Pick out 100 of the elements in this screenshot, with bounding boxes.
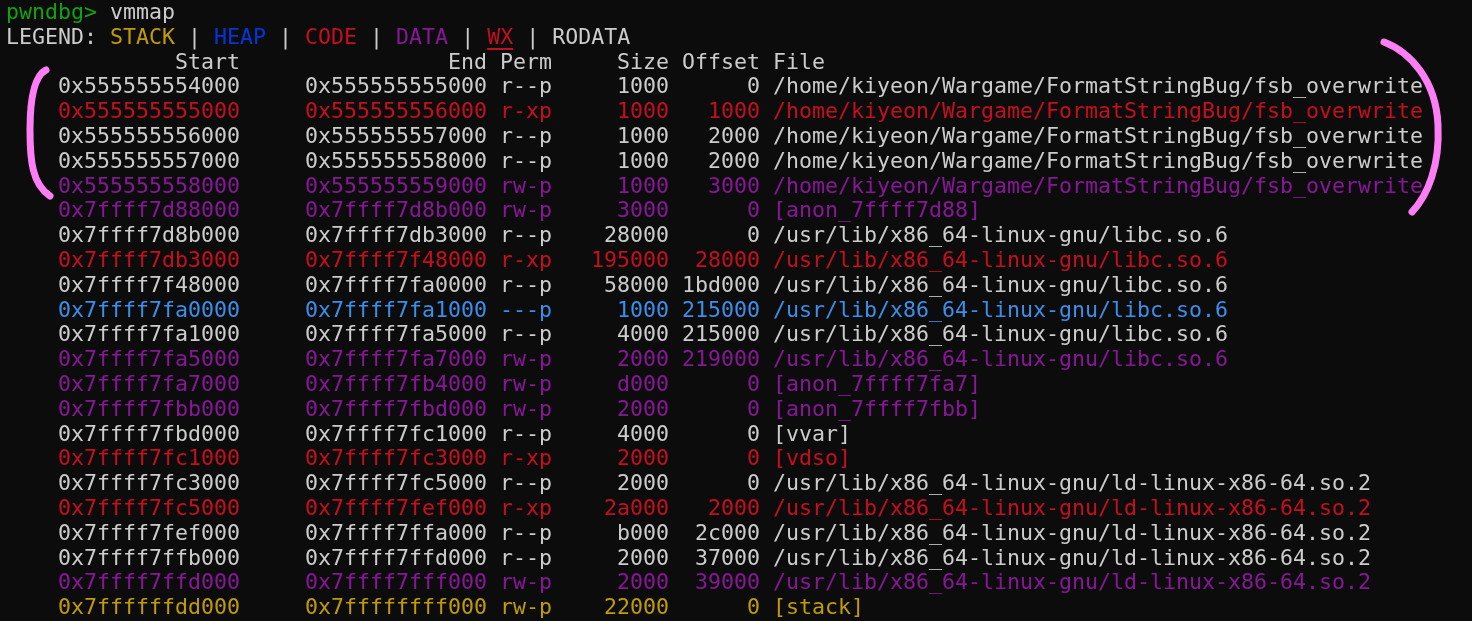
offset-value: 0 — [746, 595, 760, 620]
start-address: 0x7ffff7fa5000 — [57, 347, 240, 372]
permissions: r--p — [500, 520, 552, 546]
offset-value: 0 — [746, 223, 760, 248]
permissions: r--p — [500, 545, 552, 571]
size-value: 1000 — [616, 173, 669, 199]
offset-value: 3000 — [707, 173, 760, 199]
legend-label: LEGEND: — [6, 24, 97, 50]
file-path: [anon_7ffff7fa7] — [773, 371, 981, 397]
size-value: 2a000 — [603, 495, 669, 521]
size-value: 1000 — [616, 297, 669, 323]
size-value: 2000 — [616, 471, 669, 496]
file-path: /home/kiyeon/Wargame/FormatStringBug/fsb_overwrite — [773, 124, 1424, 149]
end-address: 0x7ffff7fb4000 — [304, 371, 487, 397]
end-address: 0x7ffff7fa5000 — [304, 322, 487, 348]
size-header: Size — [616, 49, 669, 75]
size-value: 2000 — [616, 545, 669, 571]
permissions: r--p — [500, 471, 552, 496]
end-address: 0x7ffff7fbd000 — [304, 396, 487, 422]
legend-item: | — [526, 24, 540, 50]
file-path: /usr/lib/x86_64-linux-gnu/ld-linux-x86-64.so.2 — [773, 520, 1372, 546]
permissions: rw-p — [500, 371, 552, 397]
end-address: 0x7ffff7fff000 — [304, 570, 487, 596]
offset-value: 2000 — [707, 124, 760, 149]
permissions: rw-p — [500, 595, 552, 620]
legend-item: WX — [487, 24, 514, 50]
file-path: /usr/lib/x86_64-linux-gnu/ld-linux-x86-64.so.2 — [773, 570, 1372, 596]
size-value: 3000 — [616, 198, 669, 224]
end-address: 0x7ffff7d8b000 — [304, 198, 487, 224]
end-address: 0x7ffff7fa7000 — [304, 347, 487, 372]
permissions: r-xp — [500, 446, 552, 472]
legend-item: | — [461, 24, 475, 50]
permissions: r--p — [500, 223, 552, 248]
offset-value: 0 — [746, 371, 760, 397]
start-address: 0x555555557000 — [57, 148, 240, 174]
start-address: 0x7ffff7ffb000 — [57, 545, 240, 571]
legend-item: RODATA — [552, 24, 631, 50]
legend-item: CODE — [305, 24, 358, 50]
end-address: 0x7ffff7fa0000 — [304, 272, 487, 298]
size-value: 1000 — [616, 74, 669, 100]
end-address: 0x7ffff7fc1000 — [304, 421, 487, 447]
offset-header: Offset — [682, 49, 760, 75]
end-address: 0x555555559000 — [304, 173, 487, 199]
permissions: ---p — [500, 297, 552, 323]
size-value: 2000 — [616, 347, 669, 372]
file-path: /home/kiyeon/Wargame/FormatStringBug/fsb_overwrite — [773, 99, 1424, 124]
size-value: d000 — [616, 371, 669, 397]
size-value: 4000 — [616, 322, 669, 348]
start-header: Start — [174, 49, 240, 75]
start-address: 0x7ffff7fbd000 — [57, 421, 240, 447]
start-address: 0x7ffff7db3000 — [57, 247, 240, 273]
end-address: 0x7ffff7fc5000 — [304, 471, 487, 496]
file-header: File — [773, 49, 825, 75]
file-path: /usr/lib/x86_64-linux-gnu/ld-linux-x86-64.so.2 — [773, 471, 1372, 496]
permissions: r--p — [500, 272, 552, 298]
end-address: 0x555555556000 — [304, 99, 487, 124]
file-path: /home/kiyeon/Wargame/FormatStringBug/fsb_overwrite — [773, 148, 1424, 174]
legend-item: STACK — [110, 24, 176, 50]
start-address: 0x7ffff7f48000 — [57, 272, 240, 298]
legend-item: | — [370, 24, 384, 50]
start-address: 0x7ffff7fa0000 — [57, 297, 240, 323]
offset-value: 0 — [746, 198, 760, 224]
file-path: /usr/lib/x86_64-linux-gnu/ld-linux-x86-64.so.2 — [773, 495, 1372, 521]
offset-value: 2000 — [707, 495, 760, 521]
offset-value: 2c000 — [694, 520, 760, 546]
permissions: r-xp — [500, 99, 552, 124]
end-address: 0x7ffff7f48000 — [304, 247, 487, 273]
size-value: 4000 — [616, 421, 669, 447]
legend-item: HEAP — [214, 24, 267, 50]
size-value: 2000 — [616, 396, 669, 422]
start-address: 0x7ffff7fc1000 — [57, 446, 240, 472]
offset-value: 1bd000 — [682, 272, 760, 298]
offset-value: 28000 — [694, 247, 760, 273]
offset-value: 2000 — [707, 148, 760, 174]
start-address: 0x7ffff7d88000 — [57, 198, 240, 224]
size-value: 1000 — [616, 148, 669, 174]
offset-value: 0 — [746, 446, 760, 472]
offset-value: 215000 — [682, 322, 760, 348]
file-path: /usr/lib/x86_64-linux-gnu/libc.so.6 — [773, 297, 1229, 323]
offset-value: 0 — [746, 421, 760, 447]
file-path: /home/kiyeon/Wargame/FormatStringBug/fsb_overwrite — [773, 74, 1424, 100]
permissions: rw-p — [500, 396, 552, 422]
size-value: 22000 — [603, 595, 669, 620]
start-address: 0x7ffff7fa1000 — [57, 322, 240, 348]
size-value: 28000 — [603, 223, 669, 248]
file-path: [anon_7ffff7fbb] — [773, 396, 981, 422]
file-path: /home/kiyeon/Wargame/FormatStringBug/fsb_overwrite — [773, 173, 1424, 199]
permissions: r--p — [500, 124, 552, 149]
offset-value: 219000 — [682, 347, 760, 372]
size-value: 195000 — [590, 247, 669, 273]
file-path: /usr/lib/x86_64-linux-gnu/libc.so.6 — [773, 223, 1229, 248]
permissions: r--p — [500, 322, 552, 348]
perm-header: Perm — [500, 49, 552, 75]
legend-item: | — [188, 24, 202, 50]
start-address: 0x7ffff7fbb000 — [57, 396, 240, 422]
start-address: 0x7ffff7fef000 — [57, 520, 240, 546]
start-address: 0x7ffff7d8b000 — [57, 223, 240, 248]
end-address: 0x7ffff7ffa000 — [304, 520, 487, 546]
offset-value: 0 — [746, 74, 760, 100]
prompt: pwndbg> — [6, 0, 97, 25]
